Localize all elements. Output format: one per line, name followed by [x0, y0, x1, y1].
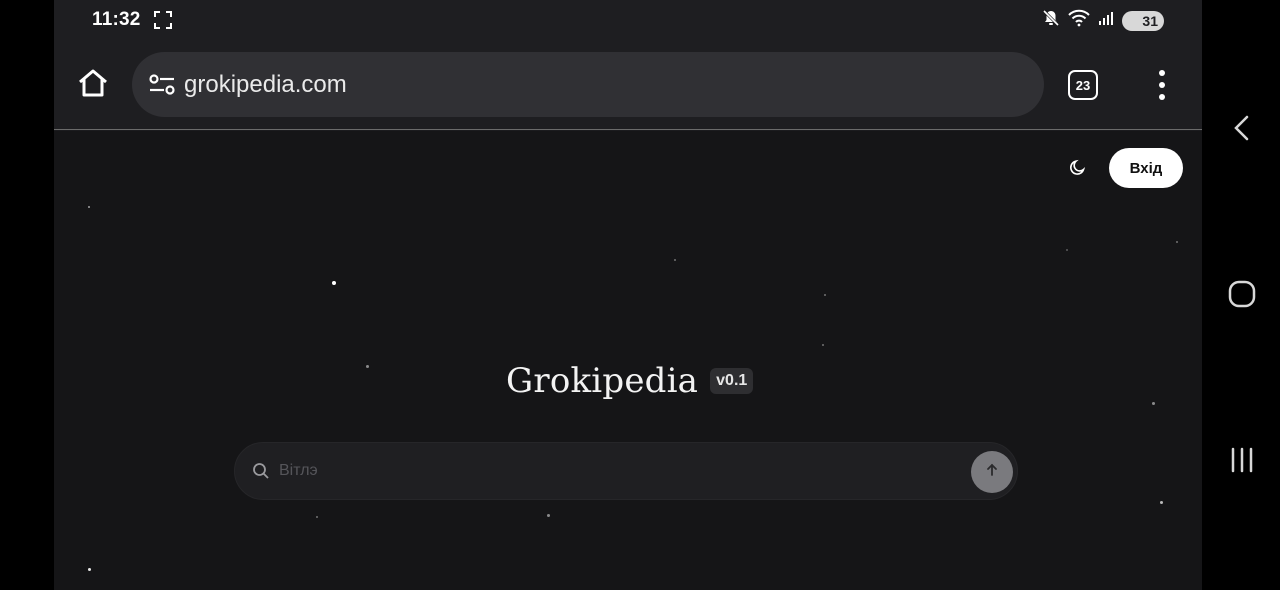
recents-icon — [1229, 447, 1255, 478]
home-circle-icon — [1228, 280, 1256, 313]
status-time: 11:32 — [92, 9, 141, 30]
signal-icon — [1098, 10, 1114, 31]
star — [1176, 241, 1178, 243]
address-bar[interactable]: grokipedia.com — [132, 52, 1044, 117]
home-nav-button[interactable] — [1224, 278, 1260, 314]
grokipedia-page: Вхід Grokipedia v0.1 — [54, 131, 1202, 590]
more-menu-button[interactable] — [1148, 68, 1176, 102]
star — [316, 516, 318, 518]
back-icon — [1232, 114, 1252, 147]
star — [822, 344, 824, 346]
star — [547, 514, 550, 517]
site-settings-icon[interactable] — [146, 71, 178, 99]
page-title: Grokipedia — [506, 361, 699, 401]
browser-toolbar: grokipedia.com 23 — [54, 40, 1202, 130]
star — [366, 365, 369, 368]
battery-icon: 31 — [1122, 10, 1164, 31]
status-icons: 31 — [1042, 9, 1164, 32]
status-bar: 11:32 31 — [54, 0, 1202, 40]
star — [332, 281, 336, 285]
more-menu-icon — [1159, 70, 1165, 76]
arrow-up-icon — [985, 463, 999, 482]
theme-toggle-button[interactable] — [1066, 157, 1090, 181]
phone-screen: 11:32 31 grokipedia.com 23 Вхід Grokiped… — [54, 0, 1202, 590]
home-button[interactable] — [74, 66, 112, 104]
login-button[interactable]: Вхід — [1109, 148, 1183, 188]
star — [1160, 501, 1163, 504]
mute-icon — [1042, 9, 1060, 32]
star — [88, 568, 91, 571]
brand: Grokipedia v0.1 — [506, 361, 754, 401]
battery-level: 31 — [1142, 12, 1158, 29]
star — [674, 259, 676, 261]
moon-icon — [1069, 158, 1087, 181]
url-text[interactable]: grokipedia.com — [184, 71, 347, 99]
star — [1152, 402, 1155, 405]
star — [824, 294, 826, 296]
system-navigation — [1202, 0, 1280, 590]
search-input[interactable] — [279, 462, 959, 480]
back-button[interactable] — [1224, 112, 1260, 148]
search-bar[interactable] — [234, 442, 1018, 500]
star — [1066, 249, 1068, 251]
search-icon — [251, 461, 271, 481]
recents-button[interactable] — [1224, 444, 1260, 480]
search-submit-button[interactable] — [971, 451, 1013, 493]
star — [88, 206, 90, 208]
screenshot-icon — [154, 11, 172, 34]
tabs-button[interactable]: 23 — [1068, 70, 1098, 100]
home-icon — [77, 68, 109, 103]
version-badge: v0.1 — [710, 368, 754, 394]
left-bezel — [0, 0, 54, 590]
wifi-icon — [1068, 9, 1090, 32]
tab-count: 23 — [1075, 77, 1091, 93]
